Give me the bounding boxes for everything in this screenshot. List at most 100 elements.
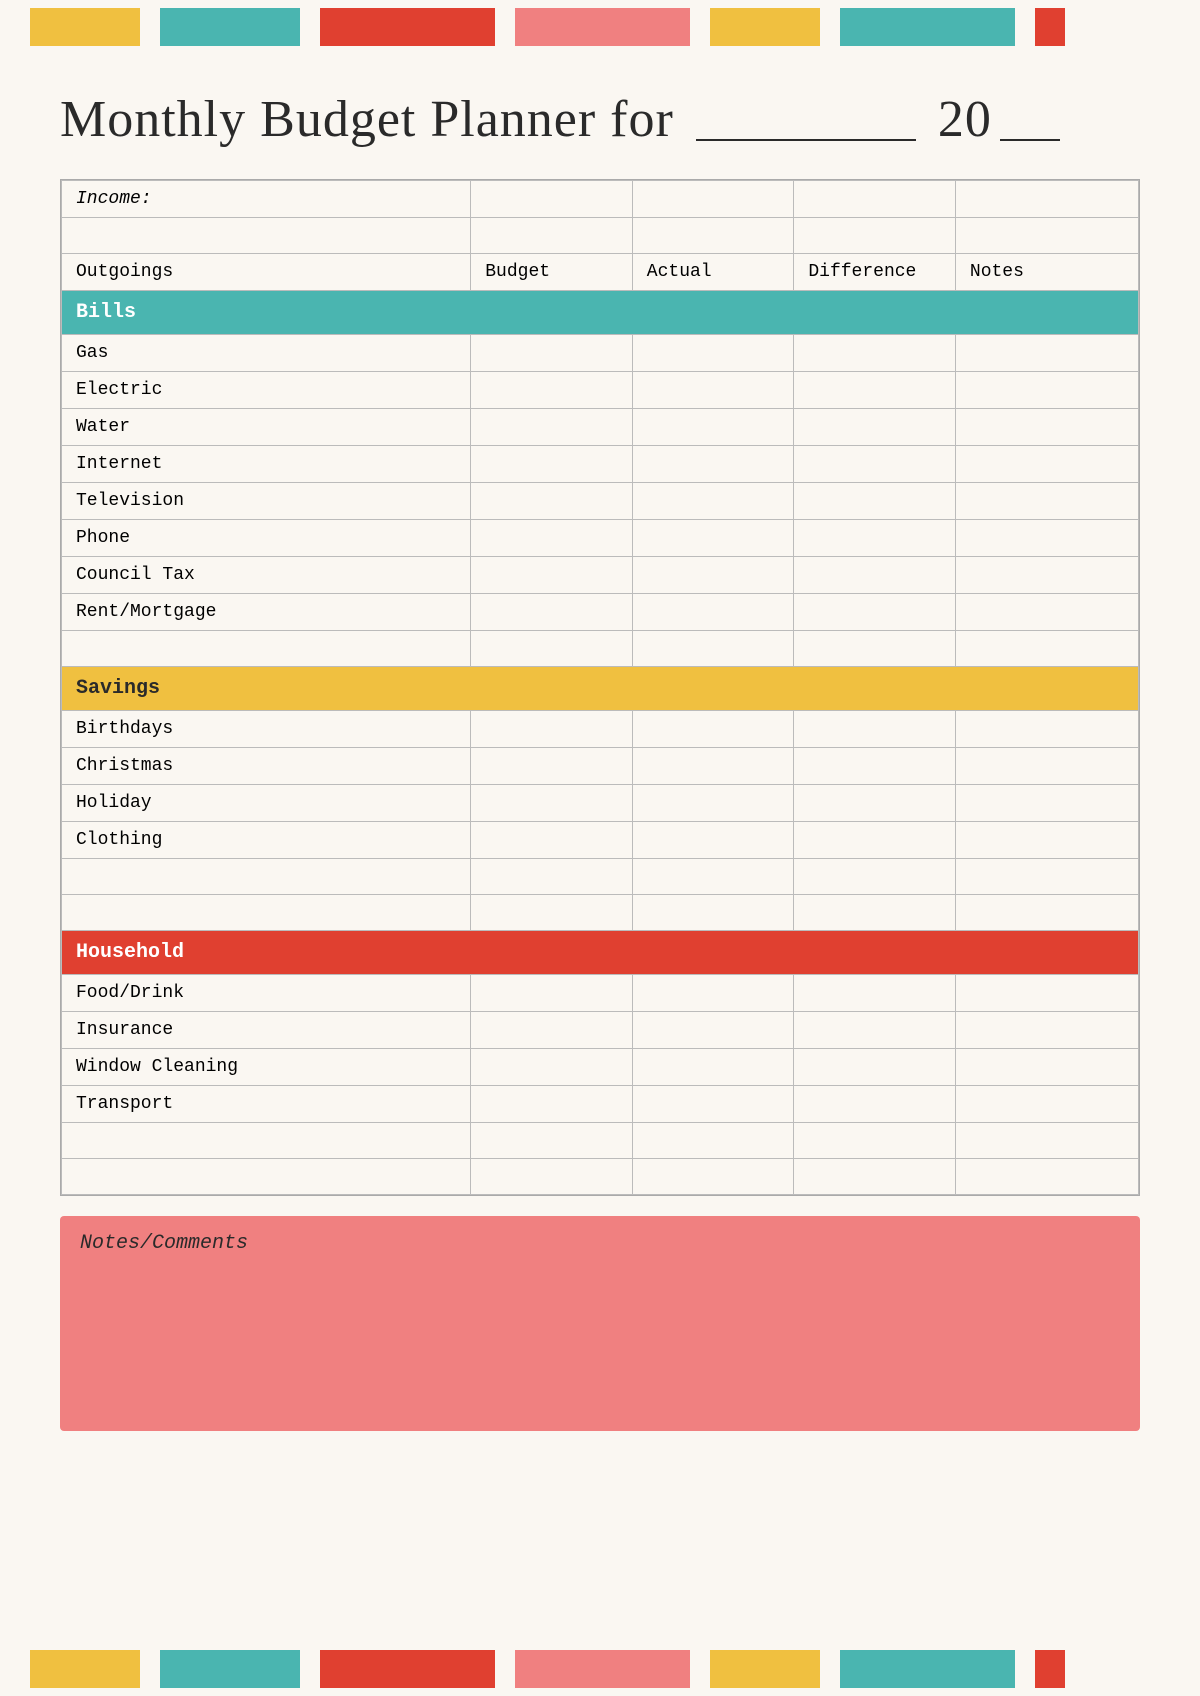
water-actual[interactable] bbox=[632, 409, 794, 446]
internet-budget[interactable] bbox=[471, 446, 633, 483]
internet-notes[interactable] bbox=[955, 446, 1138, 483]
clothing-budget[interactable] bbox=[471, 822, 633, 859]
birthdays-label: Birthdays bbox=[62, 711, 471, 748]
rent-actual[interactable] bbox=[632, 594, 794, 631]
row-phone: Phone bbox=[62, 520, 1139, 557]
council-tax-notes[interactable] bbox=[955, 557, 1138, 594]
row-water: Water bbox=[62, 409, 1139, 446]
internet-label: Internet bbox=[62, 446, 471, 483]
council-tax-label: Council Tax bbox=[62, 557, 471, 594]
section-savings-header: Savings bbox=[62, 667, 1139, 711]
christmas-notes[interactable] bbox=[955, 748, 1138, 785]
television-diff[interactable] bbox=[794, 483, 956, 520]
electric-diff[interactable] bbox=[794, 372, 956, 409]
insurance-notes[interactable] bbox=[955, 1012, 1138, 1049]
window-cleaning-actual[interactable] bbox=[632, 1049, 794, 1086]
income-diff[interactable] bbox=[794, 181, 956, 218]
window-cleaning-diff[interactable] bbox=[794, 1049, 956, 1086]
year-blank[interactable] bbox=[1000, 80, 1060, 141]
income-row: Income: bbox=[62, 181, 1139, 218]
bar-bottom-red-1 bbox=[320, 1650, 495, 1688]
transport-notes[interactable] bbox=[955, 1086, 1138, 1123]
electric-budget[interactable] bbox=[471, 372, 633, 409]
food-diff[interactable] bbox=[794, 975, 956, 1012]
holiday-diff[interactable] bbox=[794, 785, 956, 822]
food-budget[interactable] bbox=[471, 975, 633, 1012]
bar-red-2 bbox=[1035, 8, 1065, 46]
income-budget[interactable] bbox=[471, 181, 633, 218]
council-tax-actual[interactable] bbox=[632, 557, 794, 594]
council-tax-diff[interactable] bbox=[794, 557, 956, 594]
council-tax-budget[interactable] bbox=[471, 557, 633, 594]
window-cleaning-budget[interactable] bbox=[471, 1049, 633, 1086]
water-label: Water bbox=[62, 409, 471, 446]
section-household-header: Household bbox=[62, 931, 1139, 975]
food-actual[interactable] bbox=[632, 975, 794, 1012]
food-notes[interactable] bbox=[955, 975, 1138, 1012]
christmas-label: Christmas bbox=[62, 748, 471, 785]
transport-diff[interactable] bbox=[794, 1086, 956, 1123]
income-notes[interactable] bbox=[955, 181, 1138, 218]
row-rent: Rent/Mortgage bbox=[62, 594, 1139, 631]
gas-actual[interactable] bbox=[632, 335, 794, 372]
clothing-diff[interactable] bbox=[794, 822, 956, 859]
notes-content-area[interactable] bbox=[80, 1265, 1120, 1415]
bar-bottom-teal-1 bbox=[160, 1650, 300, 1688]
bar-teal-1 bbox=[160, 8, 300, 46]
gas-notes[interactable] bbox=[955, 335, 1138, 372]
bar-yellow-2 bbox=[710, 8, 820, 46]
row-electric: Electric bbox=[62, 372, 1139, 409]
empty-savings-2 bbox=[62, 895, 1139, 931]
water-budget[interactable] bbox=[471, 409, 633, 446]
rent-budget[interactable] bbox=[471, 594, 633, 631]
row-holiday: Holiday bbox=[62, 785, 1139, 822]
phone-notes[interactable] bbox=[955, 520, 1138, 557]
birthdays-actual[interactable] bbox=[632, 711, 794, 748]
insurance-budget[interactable] bbox=[471, 1012, 633, 1049]
bills-label: Bills bbox=[62, 291, 1139, 335]
television-notes[interactable] bbox=[955, 483, 1138, 520]
christmas-budget[interactable] bbox=[471, 748, 633, 785]
gas-diff[interactable] bbox=[794, 335, 956, 372]
gas-budget[interactable] bbox=[471, 335, 633, 372]
bar-teal-2 bbox=[840, 8, 1015, 46]
electric-actual[interactable] bbox=[632, 372, 794, 409]
section-bills-header: Bills bbox=[62, 291, 1139, 335]
birthdays-notes[interactable] bbox=[955, 711, 1138, 748]
holiday-actual[interactable] bbox=[632, 785, 794, 822]
phone-actual[interactable] bbox=[632, 520, 794, 557]
transport-budget[interactable] bbox=[471, 1086, 633, 1123]
christmas-diff[interactable] bbox=[794, 748, 956, 785]
holiday-budget[interactable] bbox=[471, 785, 633, 822]
insurance-actual[interactable] bbox=[632, 1012, 794, 1049]
insurance-diff[interactable] bbox=[794, 1012, 956, 1049]
month-blank[interactable] bbox=[696, 80, 916, 141]
empty-household-2 bbox=[62, 1159, 1139, 1195]
water-diff[interactable] bbox=[794, 409, 956, 446]
row-clothing: Clothing bbox=[62, 822, 1139, 859]
window-cleaning-notes[interactable] bbox=[955, 1049, 1138, 1086]
row-food: Food/Drink bbox=[62, 975, 1139, 1012]
phone-budget[interactable] bbox=[471, 520, 633, 557]
holiday-notes[interactable] bbox=[955, 785, 1138, 822]
internet-actual[interactable] bbox=[632, 446, 794, 483]
television-budget[interactable] bbox=[471, 483, 633, 520]
television-actual[interactable] bbox=[632, 483, 794, 520]
rent-notes[interactable] bbox=[955, 594, 1138, 631]
insurance-label: Insurance bbox=[62, 1012, 471, 1049]
transport-actual[interactable] bbox=[632, 1086, 794, 1123]
television-label: Television bbox=[62, 483, 471, 520]
water-notes[interactable] bbox=[955, 409, 1138, 446]
christmas-actual[interactable] bbox=[632, 748, 794, 785]
budget-table-container: Income: Outgoings Budget Actual Differen… bbox=[60, 179, 1140, 1196]
electric-notes[interactable] bbox=[955, 372, 1138, 409]
birthdays-diff[interactable] bbox=[794, 711, 956, 748]
phone-diff[interactable] bbox=[794, 520, 956, 557]
clothing-actual[interactable] bbox=[632, 822, 794, 859]
rent-diff[interactable] bbox=[794, 594, 956, 631]
income-actual[interactable] bbox=[632, 181, 794, 218]
birthdays-budget[interactable] bbox=[471, 711, 633, 748]
clothing-notes[interactable] bbox=[955, 822, 1138, 859]
bar-red-1 bbox=[320, 8, 495, 46]
internet-diff[interactable] bbox=[794, 446, 956, 483]
